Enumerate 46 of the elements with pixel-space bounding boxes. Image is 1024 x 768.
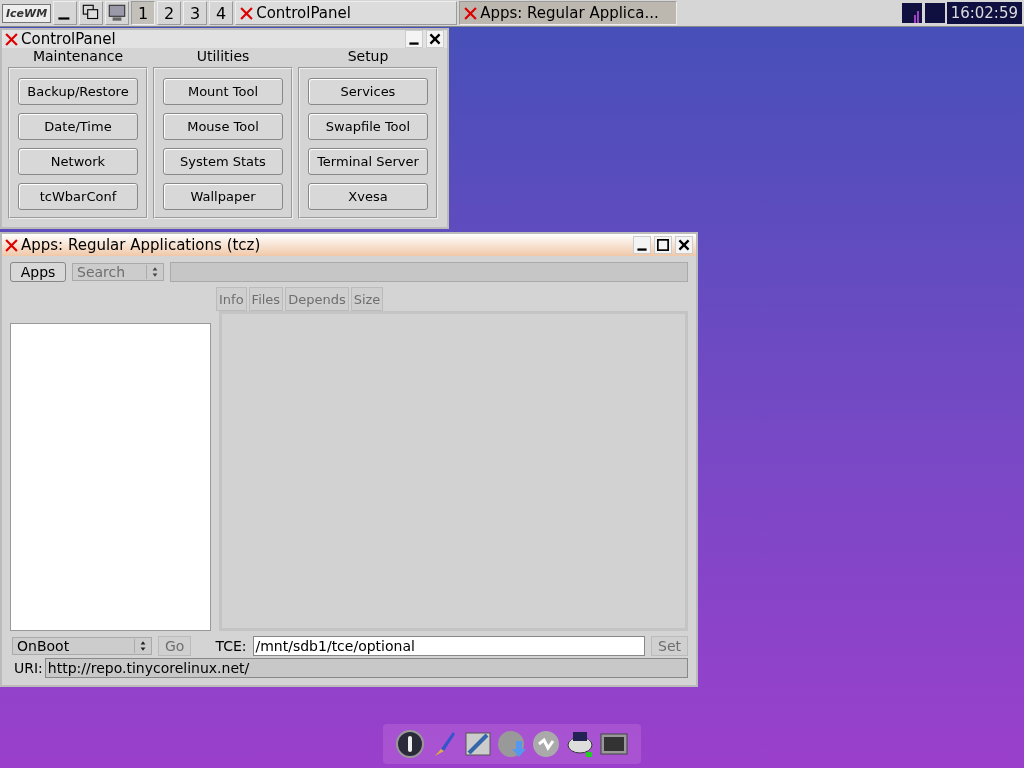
apps-button[interactable]: Apps [10, 262, 66, 282]
group-title: Utilities [196, 48, 250, 66]
close-icon[interactable] [675, 236, 693, 254]
tool-button[interactable]: tcWbarConf [18, 183, 138, 210]
uri-label: URI: [14, 660, 43, 676]
workspace-button[interactable]: 2 [157, 1, 182, 25]
search-field[interactable] [170, 262, 688, 282]
tool-button[interactable]: Wallpaper [163, 183, 283, 210]
tce-field[interactable]: /mnt/sdb1/tce/optional [252, 636, 645, 656]
desktop-icon[interactable] [105, 1, 130, 25]
tool-button[interactable]: Xvesa [308, 183, 428, 210]
close-icon[interactable] [426, 30, 444, 48]
windows-icon[interactable] [79, 1, 104, 25]
group-title: Setup [347, 48, 389, 66]
tool-button[interactable]: Date/Time [18, 113, 138, 140]
tool-button[interactable]: Network [18, 148, 138, 175]
start-logo[interactable]: IceWM [2, 3, 52, 23]
minimize-icon[interactable] [633, 236, 651, 254]
x-logo-icon [5, 32, 18, 46]
workspace-button[interactable]: 4 [209, 1, 234, 25]
tce-label: TCE: [215, 638, 247, 654]
power-icon[interactable] [395, 729, 425, 759]
network-monitor-icon [924, 3, 945, 23]
tool-button[interactable]: Terminal Server [308, 148, 428, 175]
task-button[interactable]: ControlPanel [235, 1, 458, 25]
cpu-monitor-icon [901, 3, 922, 23]
workspace-button[interactable]: 1 [131, 1, 156, 25]
onboot-select[interactable]: OnBoot [12, 637, 152, 655]
workspace-button[interactable]: 3 [183, 1, 208, 25]
x-logo-icon [464, 6, 478, 20]
minimize-icon[interactable] [405, 30, 423, 48]
clock: 16:02:59 [946, 2, 1022, 24]
uri-field[interactable]: http://repo.tinycorelinux.net/ [44, 658, 688, 678]
x-logo-icon [240, 6, 254, 20]
tool-button[interactable]: Swapfile Tool [308, 113, 428, 140]
tool-button[interactable]: Mount Tool [163, 78, 283, 105]
task-button[interactable]: Apps: Regular Applica... [459, 1, 678, 25]
tool-button[interactable]: Backup/Restore [18, 78, 138, 105]
group-title: Maintenance [32, 48, 124, 66]
window-title: Apps: Regular Applications (tcz) [21, 236, 262, 254]
tool-button[interactable]: System Stats [163, 148, 283, 175]
window-title: ControlPanel [21, 30, 117, 48]
x-logo-icon [5, 238, 18, 252]
tool-button[interactable]: Services [308, 78, 428, 105]
maximize-icon[interactable] [654, 236, 672, 254]
tool-button[interactable]: Mouse Tool [163, 113, 283, 140]
